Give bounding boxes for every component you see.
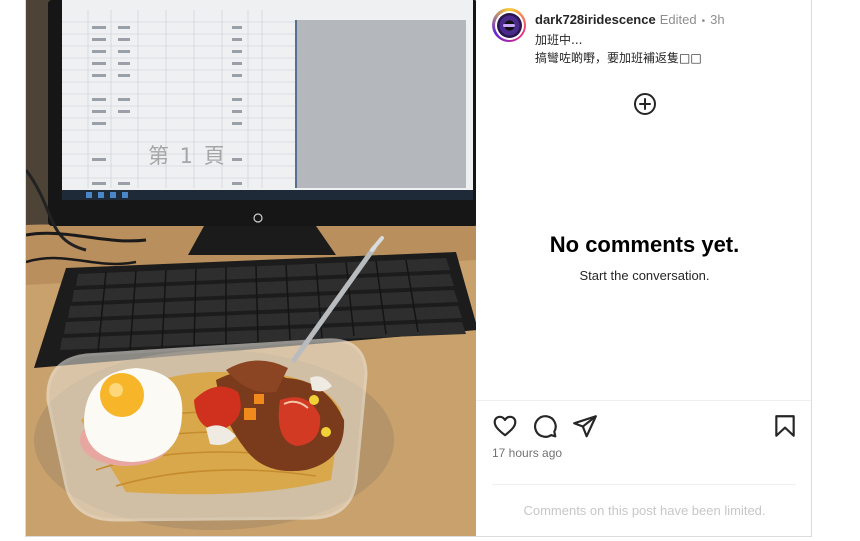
caption-block: dark728iridescence Edited • 3h 加班中... 搞彎… [535,11,725,67]
avatar-ring [494,10,524,40]
post-time[interactable]: 3h [710,11,724,29]
like-button[interactable] [492,413,518,439]
send-icon [573,415,597,438]
avatar[interactable] [492,8,526,42]
post-photo[interactable]: 第 1 頁 [26,0,476,536]
empty-comments-subtitle: Start the conversation. [579,268,710,283]
photo-illustration [26,0,476,536]
add-circle-icon[interactable] [633,92,657,116]
caption-header: dark728iridescence Edited • 3h [535,11,725,31]
separator-dot: • [701,16,706,27]
empty-comments-title: No comments yet. [549,232,740,257]
username-link[interactable]: dark728iridescence [535,11,656,29]
post-card: 第 1 頁 dark728iridescence Edited • 3h 加班中… [25,0,812,537]
save-button[interactable] [772,413,798,439]
comment-icon [534,415,557,438]
post-side-panel: dark728iridescence Edited • 3h 加班中... 搞彎… [476,0,811,536]
edited-label: Edited [659,12,697,27]
comment-button[interactable] [532,413,558,439]
heart-icon [493,415,517,437]
post-timestamp[interactable]: 17 hours ago [492,446,562,460]
post-caption-row: dark728iridescence Edited • 3h 加班中... 搞彎… [492,8,802,67]
share-button[interactable] [572,413,598,439]
spreadsheet-page-label: 第 1 頁 [148,144,227,168]
comments-divider [492,484,796,485]
bookmark-icon [775,415,795,437]
empty-comments: No comments yet. Start the conversation. [476,232,811,283]
avatar-image [496,12,522,38]
actions-divider [476,400,811,401]
action-bar [492,413,802,441]
comments-limited-notice: Comments on this post have been limited. [523,503,766,518]
caption-line-2: 搞彎咗啲嘢，要加班補返隻□□ [535,51,702,65]
caption-line-1: 加班中... [535,33,583,47]
